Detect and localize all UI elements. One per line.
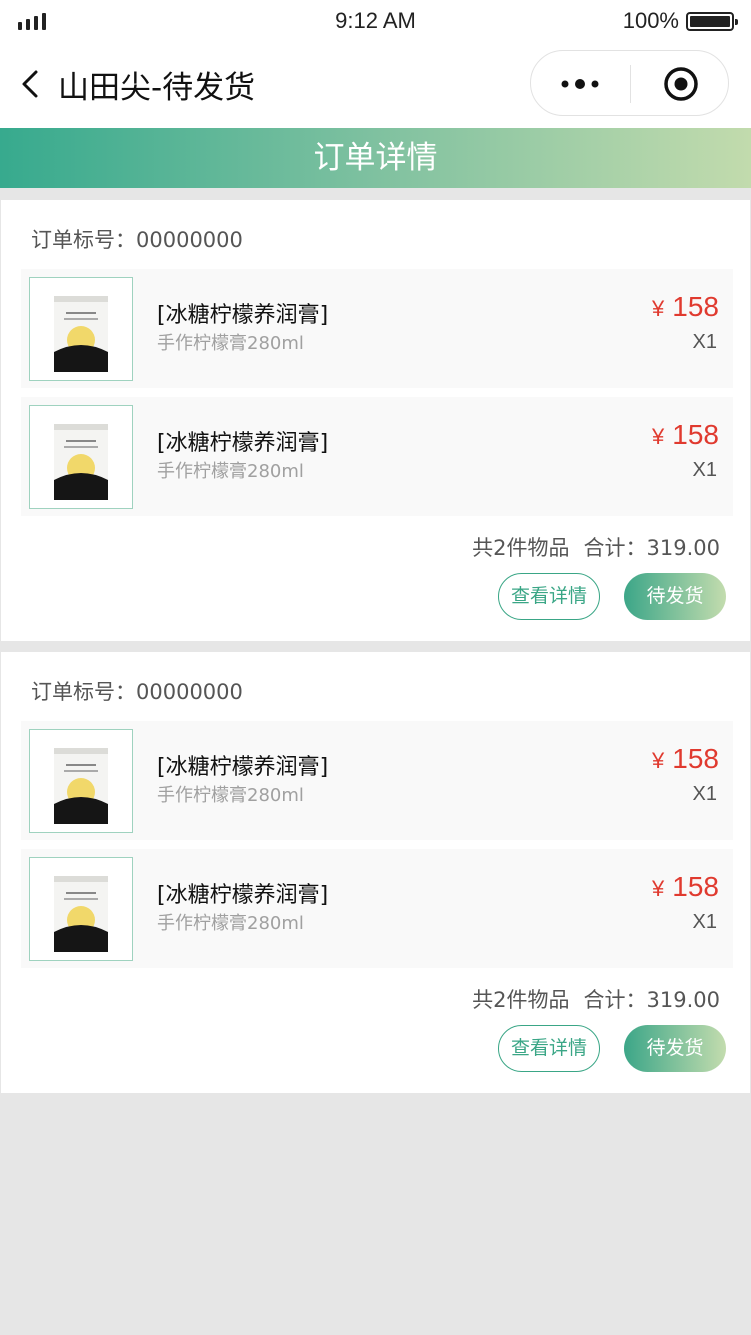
product-price: ¥158 <box>652 291 719 322</box>
order-summary: 共2件物品 合计：319.00 <box>472 532 720 562</box>
target-circle-icon[interactable] <box>663 66 699 102</box>
product-name: [冰糖柠檬养润膏] <box>157 431 329 456</box>
pending-shipment-button[interactable]: 待发货 <box>624 1025 726 1072</box>
product-image <box>29 857 133 961</box>
view-details-button[interactable]: 查看详情 <box>498 1025 600 1072</box>
product-price: ¥158 <box>652 871 719 902</box>
order-number: 订单标号：00000000 <box>31 680 243 704</box>
mini-program-capsule <box>530 50 729 116</box>
product-quantity: X1 <box>692 911 717 933</box>
order-total: 合计：319.00 <box>583 536 720 560</box>
product-price: ¥158 <box>652 419 719 450</box>
product-spec: 手作柠檬膏280ml <box>157 785 304 806</box>
order-details-banner: 订单详情 <box>0 128 751 188</box>
order-item[interactable]: [冰糖柠檬养润膏] 手作柠檬膏280ml ¥158 X1 <box>21 397 733 516</box>
battery-full-icon <box>686 12 738 31</box>
pending-shipment-button[interactable]: 待发货 <box>624 573 726 620</box>
order-card: 订单标号：00000000 [冰糖柠檬养润膏] 手作柠檬膏280ml ¥158 … <box>1 200 750 641</box>
product-spec: 手作柠檬膏280ml <box>157 461 304 482</box>
order-item[interactable]: [冰糖柠檬养润膏] 手作柠檬膏280ml ¥158 X1 <box>21 269 733 388</box>
product-quantity: X1 <box>692 783 717 805</box>
product-quantity: X1 <box>692 459 717 481</box>
view-details-button[interactable]: 查看详情 <box>498 573 600 620</box>
more-dots-icon[interactable] <box>559 73 603 95</box>
product-name: [冰糖柠檬养润膏] <box>157 303 329 328</box>
order-total: 合计：319.00 <box>583 988 720 1012</box>
chevron-left-icon[interactable] <box>16 66 44 102</box>
order-card: 订单标号：00000000 [冰糖柠檬养润膏] 手作柠檬膏280ml ¥158 … <box>1 652 750 1093</box>
product-quantity: X1 <box>692 331 717 353</box>
product-price: ¥158 <box>652 743 719 774</box>
product-name: [冰糖柠檬养润膏] <box>157 755 329 780</box>
item-count: 共2件物品 <box>472 536 570 560</box>
product-name: [冰糖柠檬养润膏] <box>157 883 329 908</box>
status-bar: 9:12 AM 100% <box>0 0 751 42</box>
product-spec: 手作柠檬膏280ml <box>157 333 304 354</box>
nav-bar: 山田尖-待发货 <box>0 42 751 128</box>
order-number: 订单标号：00000000 <box>31 228 243 252</box>
order-item[interactable]: [冰糖柠檬养润膏] 手作柠檬膏280ml ¥158 X1 <box>21 849 733 968</box>
product-spec: 手作柠檬膏280ml <box>157 913 304 934</box>
product-image <box>29 405 133 509</box>
page-title: 山田尖-待发货 <box>58 70 256 106</box>
battery-percentage: 100% <box>622 8 679 33</box>
item-count: 共2件物品 <box>472 988 570 1012</box>
order-summary: 共2件物品 合计：319.00 <box>472 984 720 1014</box>
product-image <box>29 277 133 381</box>
product-image <box>29 729 133 833</box>
order-item[interactable]: [冰糖柠檬养润膏] 手作柠檬膏280ml ¥158 X1 <box>21 721 733 840</box>
